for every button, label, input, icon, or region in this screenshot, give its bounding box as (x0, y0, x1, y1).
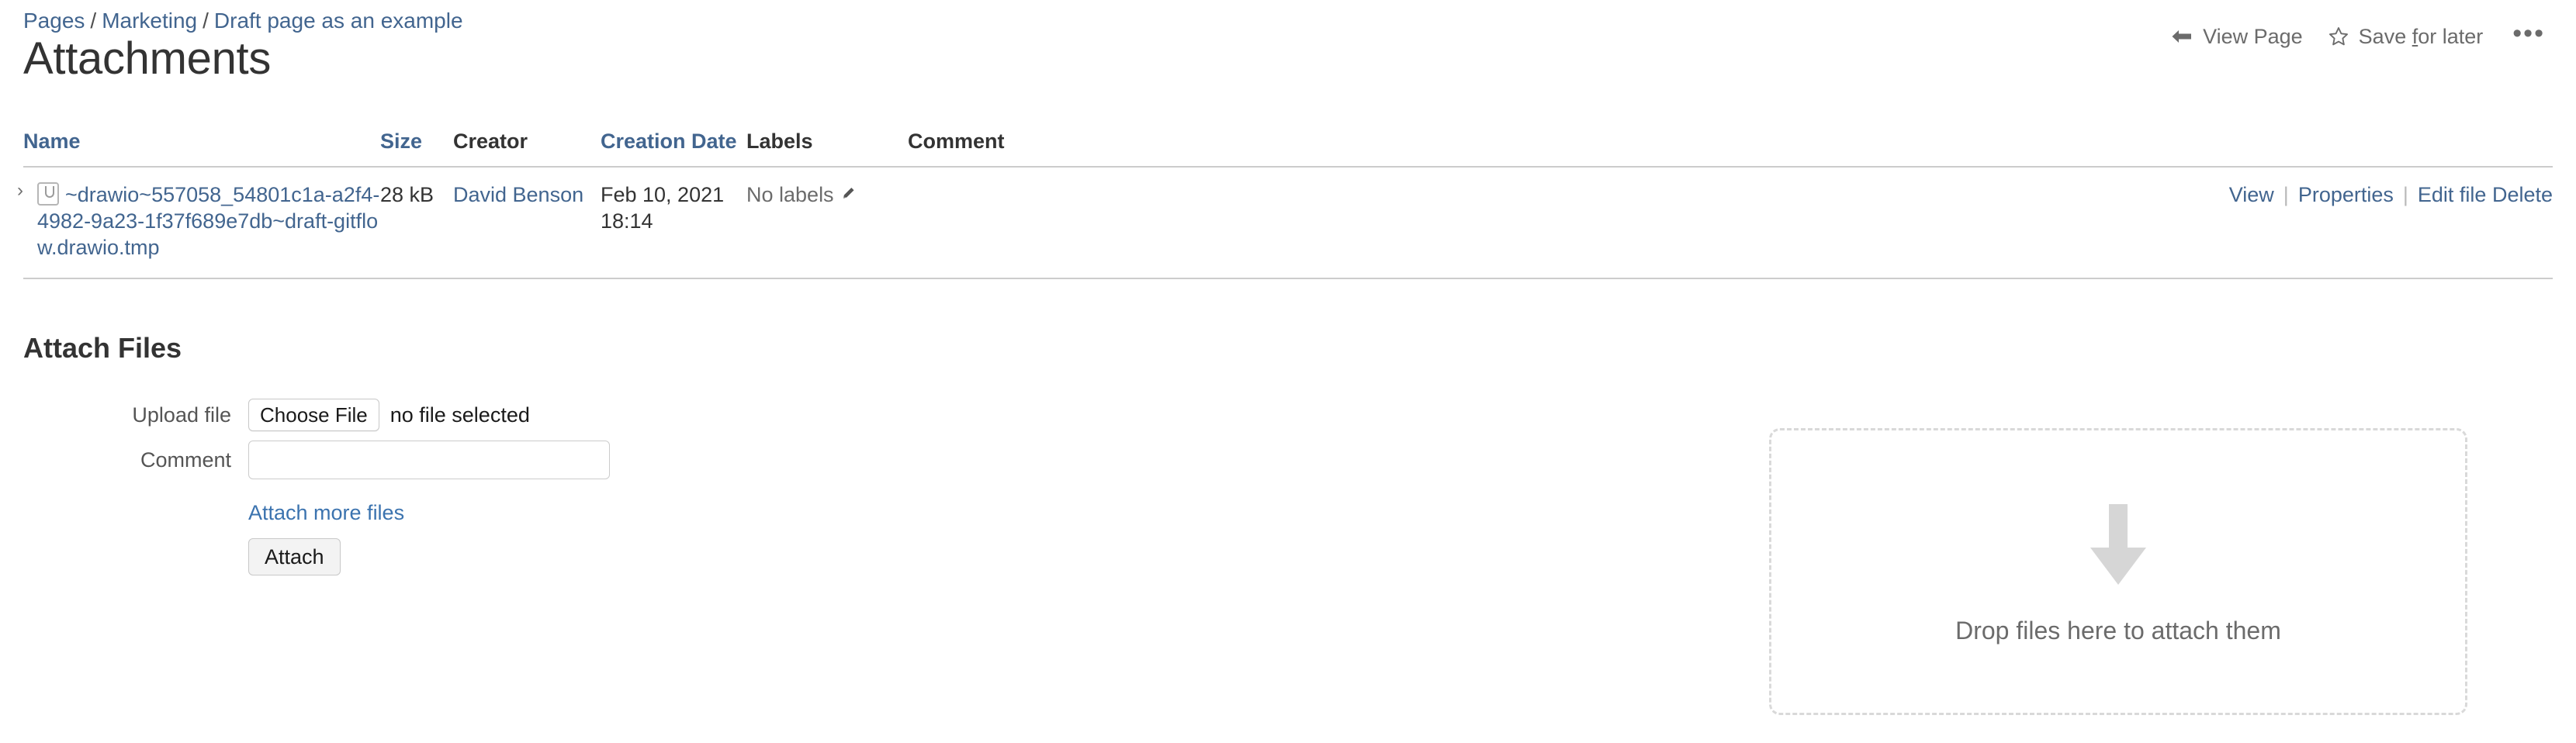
arrow-left-icon (2170, 28, 2193, 45)
table-header-row: Name Size Creator Creation Date Labels C… (23, 129, 2553, 168)
cell-comment (908, 167, 2188, 279)
actions-divider-2: | (2402, 183, 2408, 206)
attachment-name-wrapper: › ~drawio~557058_54801c1a-a2f4-4982-9a23… (17, 181, 380, 261)
attachment-filename-link[interactable]: ~drawio~557058_54801c1a-a2f4-4982-9a23-1… (37, 183, 379, 259)
creator-link[interactable]: David Benson (453, 183, 583, 206)
attachment-file-icon (37, 182, 59, 206)
attachments-page: Pages / Marketing / Draft page as an example… (0, 0, 2576, 743)
upload-file-label: Upload file (132, 403, 231, 427)
cell-size: 28 kB (380, 167, 453, 279)
cell-creator: David Benson (453, 167, 601, 279)
down-arrow-icon (2083, 504, 2153, 588)
breadcrumb-item-marketing[interactable]: Marketing (102, 9, 197, 33)
breadcrumb-separator-2: / (203, 9, 209, 33)
table-body: › ~drawio~557058_54801c1a-a2f4-4982-9a23… (17, 167, 2553, 279)
edit-file-link[interactable]: Edit file (2418, 183, 2487, 206)
column-header-name: Name (23, 129, 380, 168)
page-action-bar: View Page Save for later ••• (2158, 17, 2553, 56)
attach-button[interactable]: Attach (248, 538, 341, 575)
pencil-icon[interactable] (840, 185, 857, 202)
column-header-comment: Comment (908, 129, 2188, 168)
attachments-table: Name Size Creator Creation Date Labels C… (17, 129, 2553, 279)
no-file-selected-text: no file selected (390, 403, 530, 427)
column-header-labels: Labels (746, 129, 908, 168)
delete-attachment-link[interactable]: Delete (2492, 183, 2553, 206)
attach-more-files-link[interactable]: Attach more files (248, 499, 404, 526)
column-header-creation-date: Creation Date (601, 129, 746, 168)
file-input-control[interactable]: Choose File no file selected (248, 399, 530, 431)
actions-divider-1: | (2283, 183, 2289, 206)
cell-name: › ~drawio~557058_54801c1a-a2f4-4982-9a23… (17, 167, 380, 279)
save-for-later-label: Save for later (2358, 25, 2484, 48)
comment-label: Comment (140, 448, 231, 472)
breadcrumb-item-pages[interactable]: Pages (23, 9, 85, 33)
expand-row-chevron-icon[interactable]: › (17, 181, 33, 202)
choose-file-button[interactable]: Choose File (248, 399, 379, 431)
view-page-label: View Page (2203, 25, 2303, 48)
breadcrumb-item-draft-page[interactable]: Draft page as an example (214, 9, 463, 33)
column-header-size: Size (380, 129, 453, 168)
star-icon (2328, 26, 2349, 47)
page-header: Pages / Marketing / Draft page as an example… (23, 0, 2553, 93)
save-for-later-accesskey: f (2412, 25, 2418, 48)
view-page-button[interactable]: View Page (2158, 21, 2315, 52)
table-header: Name Size Creator Creation Date Labels C… (23, 129, 2553, 168)
view-attachment-link[interactable]: View (2229, 183, 2274, 206)
comment-input[interactable] (248, 441, 610, 479)
attachment-properties-link[interactable]: Properties (2298, 183, 2394, 206)
no-labels-text: No labels (746, 183, 834, 206)
cell-labels: No labels (746, 167, 908, 279)
dropzone-label: Drop files here to attach them (1955, 617, 2281, 645)
file-dropzone[interactable]: Drop files here to attach them (1769, 428, 2467, 715)
sort-by-size-link[interactable]: Size (380, 130, 422, 153)
cell-actions: View | Properties | Edit file Delete (2188, 167, 2553, 279)
page-title: Attachments (23, 33, 272, 84)
breadcrumb-separator-1: / (90, 9, 97, 33)
ellipsis-icon: ••• (2512, 19, 2545, 48)
breadcrumb: Pages / Marketing / Draft page as an example (23, 8, 463, 34)
attach-files-heading: Attach Files (23, 332, 182, 364)
column-header-actions (2188, 129, 2553, 168)
more-actions-button[interactable]: ••• (2495, 17, 2553, 56)
save-for-later-button[interactable]: Save for later (2315, 21, 2496, 52)
cell-creation-date: Feb 10, 2021 18:14 (601, 167, 746, 279)
upload-file-row: Upload file Choose File no file selected (23, 399, 2553, 431)
table-row: › ~drawio~557058_54801c1a-a2f4-4982-9a23… (17, 167, 2553, 279)
sort-by-creation-date-link[interactable]: Creation Date (601, 130, 737, 153)
attachment-filename-line: ~drawio~557058_54801c1a-a2f4-4982-9a23-1… (37, 181, 380, 261)
sort-by-name-link[interactable]: Name (23, 130, 81, 153)
column-header-creator: Creator (453, 129, 601, 168)
